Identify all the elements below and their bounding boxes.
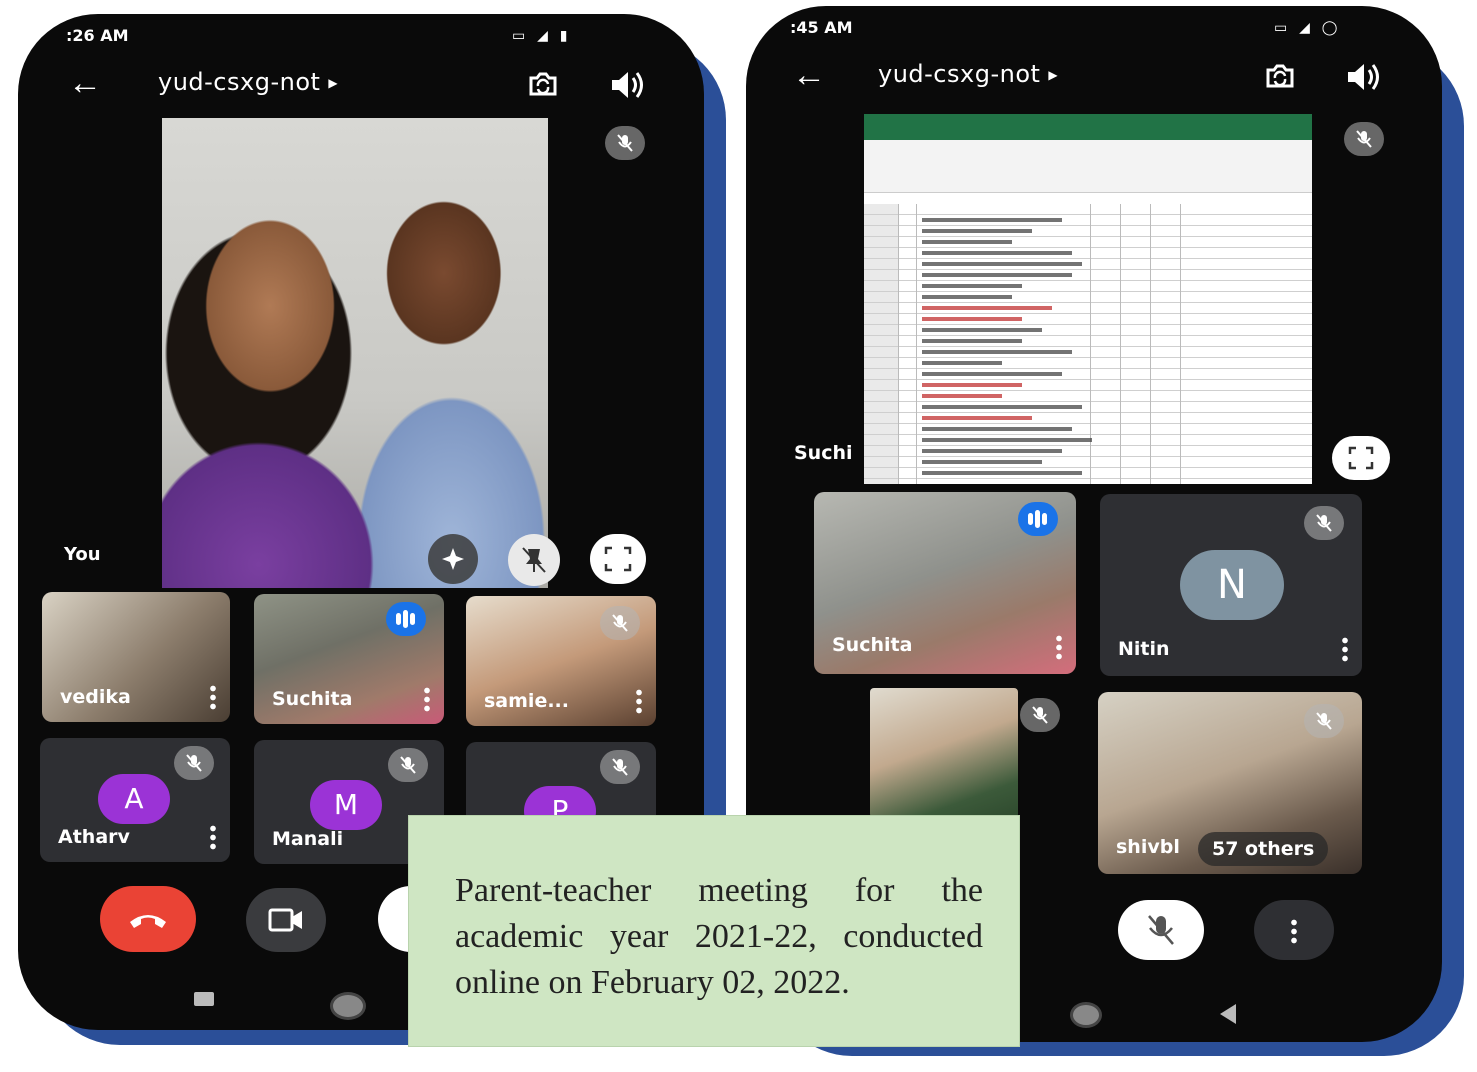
back-arrow-icon[interactable]: ← bbox=[68, 66, 102, 100]
status-time: :26 AM bbox=[66, 26, 129, 45]
participant-name: vedika bbox=[60, 686, 131, 708]
mute-icon bbox=[174, 746, 214, 780]
more-options-icon[interactable] bbox=[424, 686, 430, 712]
back-arrow-icon[interactable]: ← bbox=[792, 58, 826, 92]
pin-off-icon bbox=[522, 547, 546, 573]
participant-tile[interactable]: samie... bbox=[466, 596, 656, 726]
participant-tile[interactable]: N Nitin bbox=[1100, 494, 1362, 676]
main-tile-label: You bbox=[64, 544, 101, 565]
speaker-icon[interactable] bbox=[1344, 60, 1384, 94]
caption-line: academic year 2021-22, conducted bbox=[455, 918, 983, 955]
mute-icon bbox=[1304, 704, 1344, 738]
mute-icon bbox=[1304, 506, 1344, 540]
switch-camera-icon[interactable] bbox=[1260, 58, 1300, 94]
more-options-icon[interactable] bbox=[1342, 636, 1348, 662]
speaking-indicator-icon bbox=[1018, 502, 1058, 536]
participant-tile[interactable] bbox=[870, 688, 1018, 818]
caption-line: online on February 02, 2022. bbox=[455, 964, 850, 1001]
pin-button[interactable] bbox=[508, 534, 560, 586]
fullscreen-button[interactable] bbox=[590, 534, 646, 584]
participant-name: shivbl bbox=[1116, 836, 1180, 858]
participant-tile[interactable]: Suchita bbox=[254, 594, 444, 724]
sparkle-icon bbox=[442, 548, 464, 570]
mute-icon bbox=[600, 606, 640, 640]
fullscreen-icon bbox=[1348, 446, 1374, 470]
nav-back-icon[interactable] bbox=[1220, 1004, 1236, 1024]
avatar: M bbox=[310, 780, 382, 830]
status-icons: ▭ ◢ ▮ bbox=[512, 27, 572, 43]
status-icons: ▭ ◢ ◯ bbox=[1274, 19, 1342, 35]
participant-name: Atharv bbox=[58, 826, 130, 848]
status-time: :45 AM bbox=[790, 18, 853, 37]
participant-name: Nitin bbox=[1118, 638, 1170, 660]
mute-icon bbox=[600, 750, 640, 784]
participant-name: samie... bbox=[484, 690, 569, 712]
participant-name: Manali bbox=[272, 828, 344, 850]
nav-recents-icon[interactable] bbox=[194, 992, 214, 1006]
nav-home-icon[interactable] bbox=[330, 992, 366, 1020]
meeting-code[interactable]: yud-csxg-not ▶ bbox=[158, 68, 338, 96]
fullscreen-icon bbox=[604, 546, 632, 572]
mic-toggle-button[interactable] bbox=[1118, 900, 1204, 960]
mute-icon bbox=[1344, 122, 1384, 156]
more-options-icon bbox=[1291, 918, 1297, 944]
spreadsheet-toolbar bbox=[864, 140, 1312, 193]
more-options-icon[interactable] bbox=[210, 824, 216, 850]
participant-tile[interactable]: Suchita bbox=[814, 492, 1076, 674]
main-video-tile[interactable] bbox=[162, 118, 548, 588]
participant-name: Suchita bbox=[832, 634, 913, 656]
spreadsheet-ribbon bbox=[864, 114, 1312, 140]
caption-line: Parent-teacher meeting for the bbox=[455, 872, 983, 909]
video-camera-icon bbox=[268, 908, 302, 932]
speaking-indicator-icon bbox=[386, 602, 426, 636]
presenter-label: Suchi bbox=[794, 442, 853, 464]
participant-name: Suchita bbox=[272, 688, 353, 710]
more-options-icon[interactable] bbox=[636, 688, 642, 714]
shared-screen-spreadsheet[interactable] bbox=[864, 114, 1312, 484]
more-options-icon[interactable] bbox=[1056, 634, 1062, 660]
others-count[interactable]: 57 others bbox=[1198, 832, 1329, 866]
more-options-button[interactable] bbox=[1254, 900, 1334, 960]
caption-box: Parent-teacher meeting for the academic … bbox=[408, 815, 1020, 1047]
more-options-icon[interactable] bbox=[210, 684, 216, 710]
camera-toggle-button[interactable] bbox=[246, 888, 326, 952]
participant-tile[interactable]: shivbl 57 others bbox=[1098, 692, 1362, 874]
speaker-icon[interactable] bbox=[608, 68, 648, 102]
meeting-code[interactable]: yud-csxg-not ▶ bbox=[878, 60, 1058, 88]
hang-up-button[interactable] bbox=[100, 886, 196, 952]
participant-tile[interactable]: vedika bbox=[42, 592, 230, 722]
mute-icon bbox=[388, 748, 428, 782]
avatar: N bbox=[1180, 550, 1284, 620]
fullscreen-button[interactable] bbox=[1332, 436, 1390, 480]
mute-icon bbox=[605, 126, 645, 160]
phone-hangup-icon bbox=[130, 915, 166, 928]
spreadsheet-grid bbox=[864, 204, 1312, 484]
mic-off-icon bbox=[1148, 915, 1174, 945]
avatar: A bbox=[98, 774, 170, 824]
nav-home-icon[interactable] bbox=[1070, 1002, 1102, 1028]
switch-camera-icon[interactable] bbox=[523, 66, 563, 102]
mute-icon bbox=[1020, 698, 1060, 732]
effects-button[interactable] bbox=[428, 534, 478, 584]
participant-tile[interactable]: A Atharv bbox=[40, 738, 230, 862]
